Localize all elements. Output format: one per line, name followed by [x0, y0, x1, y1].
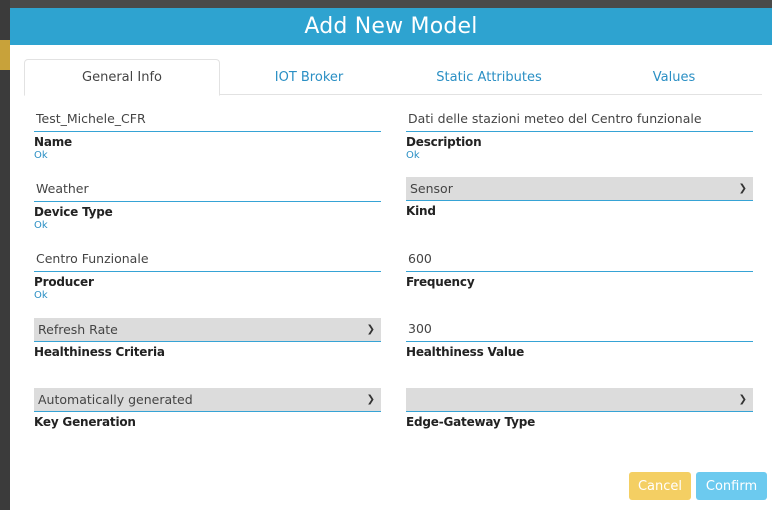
name-label: Name: [34, 135, 72, 149]
kind-select[interactable]: Sensor ❯: [406, 177, 753, 201]
description-field-group: Dati delle stazioni meteo del Centro fun…: [406, 109, 753, 161]
device-type-input[interactable]: Weather: [34, 179, 381, 202]
healthiness-value-label: Healthiness Value: [406, 345, 525, 359]
healthiness-criteria-value: Refresh Rate: [38, 322, 118, 337]
description-input[interactable]: Dati delle stazioni meteo del Centro fun…: [406, 109, 753, 132]
chevron-down-icon: ❯: [738, 183, 747, 194]
key-generation-select[interactable]: Automatically generated ❯: [34, 388, 381, 412]
kind-select-value: Sensor: [410, 181, 453, 196]
producer-input[interactable]: Centro Funzionale: [34, 249, 381, 272]
background-accent: [0, 40, 10, 70]
background-overlay: [0, 0, 10, 510]
name-status: Ok: [34, 150, 48, 161]
healthiness-value-input[interactable]: 300: [406, 319, 753, 342]
tab-bar: General Info IOT Broker Static Attribute…: [24, 59, 762, 96]
producer-field-group: Centro Funzionale Producer Ok: [34, 249, 381, 301]
add-model-modal: Add New Model General Info IOT Broker St…: [10, 8, 772, 510]
key-generation-label: Key Generation: [34, 415, 136, 429]
modal-header: Add New Model: [10, 8, 772, 45]
kind-field-group: Sensor ❯ Kind: [406, 177, 753, 218]
modal-title: Add New Model: [304, 14, 478, 39]
healthiness-criteria-label: Healthiness Criteria: [34, 345, 165, 359]
frequency-input[interactable]: 600: [406, 249, 753, 272]
chevron-down-icon: ❯: [366, 324, 375, 335]
confirm-button[interactable]: Confirm: [696, 472, 767, 500]
edge-gateway-type-select[interactable]: ❯: [406, 388, 753, 412]
healthiness-value-field-group: 300 Healthiness Value: [406, 319, 753, 359]
edge-gateway-type-label: Edge-Gateway Type: [406, 415, 536, 429]
frequency-field-group: 600 Frequency: [406, 249, 753, 289]
name-input[interactable]: Test_Michele_CFR: [34, 109, 381, 132]
tab-iot-broker[interactable]: IOT Broker: [222, 59, 396, 95]
device-type-field-group: Weather Device Type Ok: [34, 179, 381, 231]
healthiness-criteria-select[interactable]: Refresh Rate ❯: [34, 318, 381, 342]
kind-label: Kind: [406, 204, 436, 218]
chevron-down-icon: ❯: [366, 394, 375, 405]
description-label: Description: [406, 135, 482, 149]
chevron-down-icon: ❯: [738, 394, 747, 405]
name-field-group: Test_Michele_CFR Name Ok: [34, 109, 381, 161]
producer-label: Producer: [34, 275, 94, 289]
device-type-label: Device Type: [34, 205, 113, 219]
description-status: Ok: [406, 150, 420, 161]
tab-values[interactable]: Values: [586, 59, 762, 95]
device-type-status: Ok: [34, 220, 48, 231]
tab-general-info[interactable]: General Info: [24, 59, 220, 96]
edge-gateway-type-field-group: ❯ Edge-Gateway Type: [406, 388, 753, 429]
key-generation-field-group: Automatically generated ❯ Key Generation: [34, 388, 381, 429]
tab-static-attributes[interactable]: Static Attributes: [399, 59, 579, 95]
cancel-button[interactable]: Cancel: [629, 472, 691, 500]
frequency-label: Frequency: [406, 275, 475, 289]
key-generation-value: Automatically generated: [38, 392, 193, 407]
producer-status: Ok: [34, 290, 48, 301]
healthiness-criteria-field-group: Refresh Rate ❯ Healthiness Criteria: [34, 318, 381, 359]
